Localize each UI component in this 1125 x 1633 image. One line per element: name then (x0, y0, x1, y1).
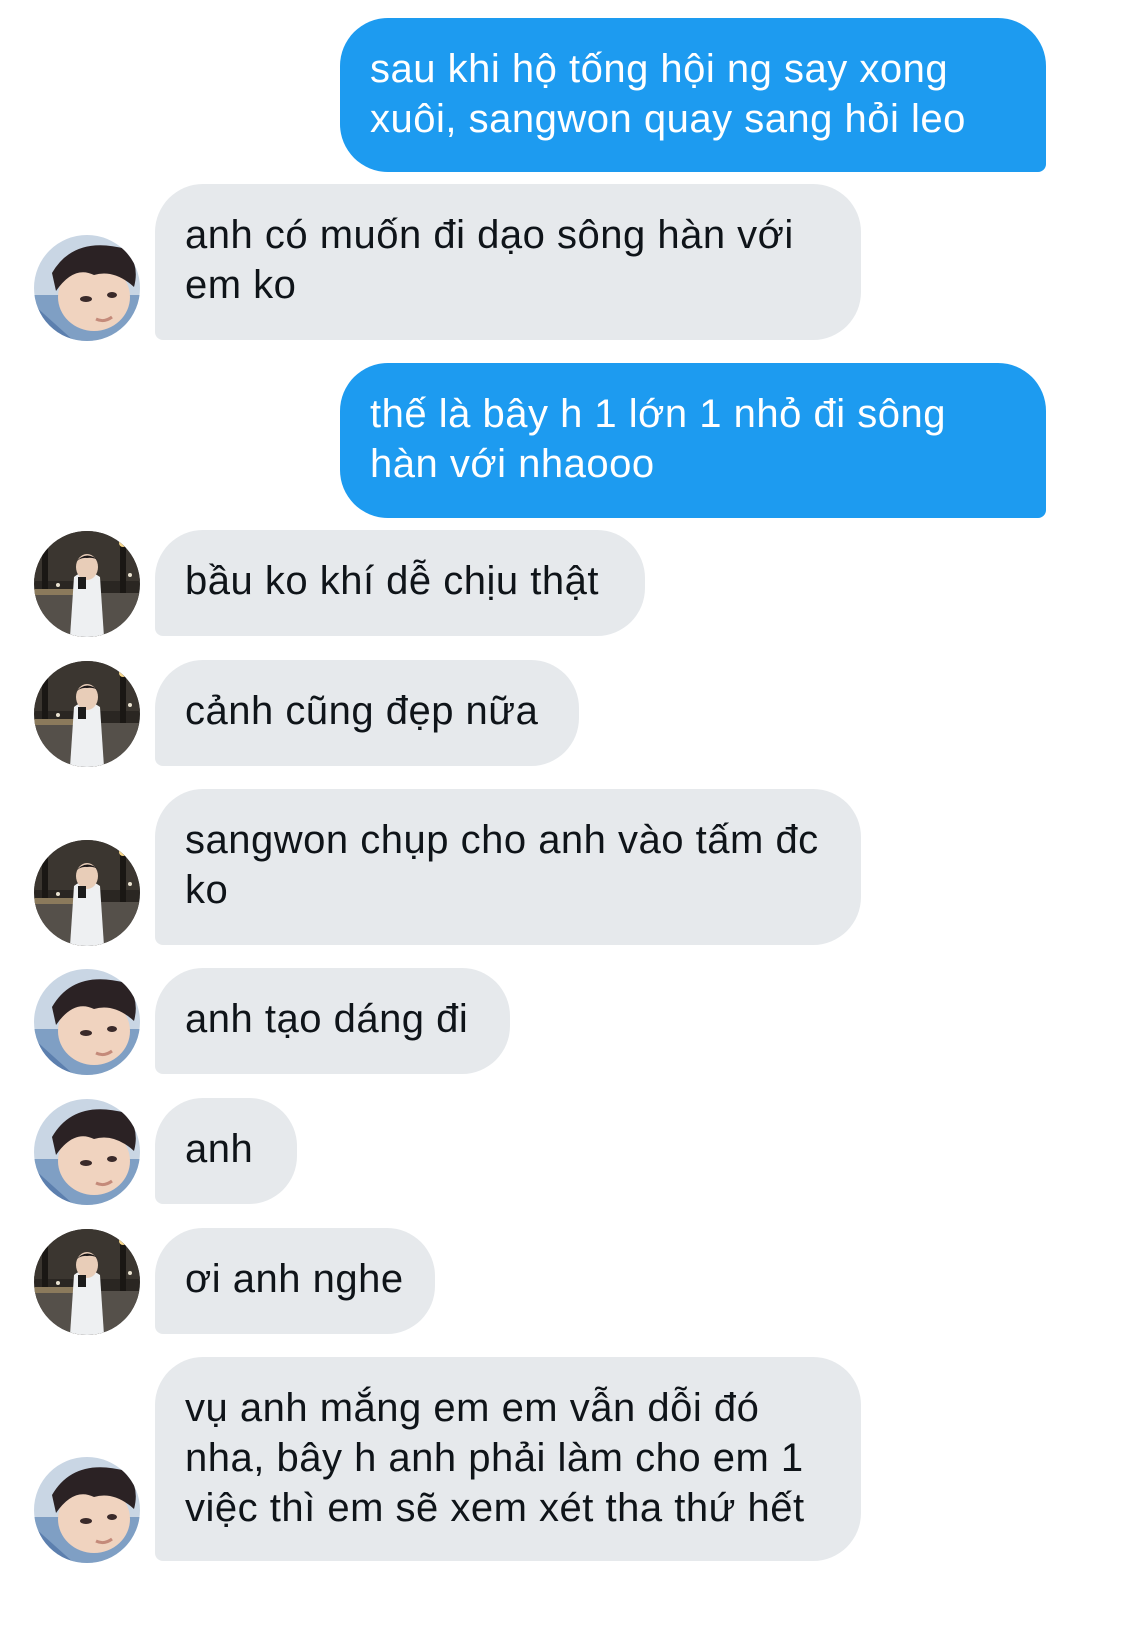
message-bubble-incoming[interactable]: sangwon chụp cho anh vào tấm đc ko (155, 789, 861, 945)
message-bubble-incoming[interactable]: anh có muốn đi dạo sông hàn với em ko (155, 184, 861, 340)
message-bubble-outgoing[interactable]: sau khi hộ tống hội ng say xong xuôi, sa… (340, 18, 1046, 172)
conversation-view: sau khi hộ tống hội ng say xong xuôi, sa… (0, 0, 1125, 1633)
message-bubble-incoming[interactable]: anh tạo dáng đi (155, 968, 510, 1074)
selfie-avatar-icon[interactable] (34, 1457, 140, 1563)
night-street-avatar-icon[interactable] (34, 531, 140, 637)
message-bubble-incoming[interactable]: ơi anh nghe (155, 1228, 435, 1334)
message-bubble-incoming[interactable]: vụ anh mắng em em vẫn dỗi đó nha, bây h … (155, 1357, 861, 1561)
night-street-avatar-icon[interactable] (34, 1229, 140, 1335)
message-bubble-incoming[interactable]: bầu ko khí dễ chịu thật (155, 530, 645, 636)
selfie-avatar-icon[interactable] (34, 235, 140, 341)
selfie-avatar-icon[interactable] (34, 1099, 140, 1205)
night-street-avatar-icon[interactable] (34, 840, 140, 946)
message-bubble-incoming[interactable]: cảnh cũng đẹp nữa (155, 660, 579, 766)
message-bubble-outgoing[interactable]: thế là bây h 1 lớn 1 nhỏ đi sông hàn với… (340, 363, 1046, 518)
night-street-avatar-icon[interactable] (34, 661, 140, 767)
selfie-avatar-icon[interactable] (34, 969, 140, 1075)
message-bubble-incoming[interactable]: anh (155, 1098, 297, 1204)
